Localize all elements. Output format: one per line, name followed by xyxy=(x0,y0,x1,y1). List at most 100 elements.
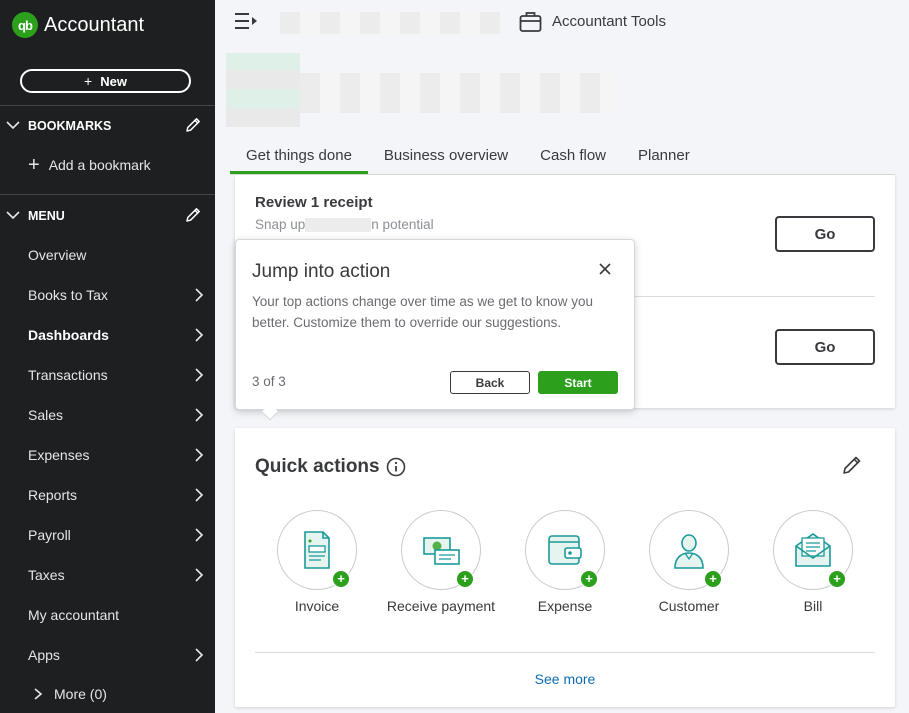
quick-actions-title-text: Quick actions xyxy=(255,456,380,477)
sidebar-item-label: Books to Tax xyxy=(28,287,108,303)
sidebar-item-label: My accountant xyxy=(28,607,120,623)
quick-action-label: Receive payment xyxy=(386,598,496,614)
quickbooks-logo-icon: qb xyxy=(12,12,38,38)
sidebar-item-taxes[interactable]: Taxes xyxy=(0,555,215,595)
back-button[interactable]: Back xyxy=(450,371,530,394)
add-plus-icon: + xyxy=(332,570,350,588)
quick-action-circle: + xyxy=(649,510,729,590)
see-more-link[interactable]: See more xyxy=(520,671,610,687)
quick-action-customer[interactable]: + Customer xyxy=(634,510,744,615)
sidebar-item-label: Reports xyxy=(28,487,78,503)
chevron-down-icon xyxy=(6,211,20,220)
sidebar-item-sales[interactable]: Sales xyxy=(0,395,215,435)
sidebar-item-expenses[interactable]: Expenses xyxy=(0,435,215,475)
chevron-right-icon xyxy=(195,408,204,422)
sidebar-item-label: Payroll xyxy=(28,527,71,543)
add-bookmark-link[interactable]: + Add a bookmark xyxy=(28,155,151,175)
plus-icon: + xyxy=(84,73,93,89)
chevron-right-icon xyxy=(195,648,204,662)
add-plus-icon: + xyxy=(580,570,598,588)
invoice-icon xyxy=(304,531,330,569)
quick-action-label: Expense xyxy=(537,598,593,614)
tab-get-things-done[interactable]: Get things done xyxy=(230,143,368,175)
sidebar-item-label: More (0) xyxy=(54,686,107,702)
add-plus-icon: + xyxy=(704,570,722,588)
sidebar-divider xyxy=(0,194,215,195)
menu-section-header[interactable]: MENU xyxy=(0,204,215,228)
quick-action-circle: + xyxy=(401,510,481,590)
popover-caret xyxy=(261,403,279,421)
menu-label: MENU xyxy=(28,209,65,223)
briefcase-icon xyxy=(519,12,542,32)
add-plus-icon: + xyxy=(828,570,846,588)
bookmarks-section-header[interactable]: BOOKMARKS xyxy=(0,114,215,138)
dashboard-tabs: Get things done Business overview Cash flo… xyxy=(230,143,706,175)
quick-actions-title: Quick actions xyxy=(255,456,406,478)
app-logo[interactable]: qb Accountant xyxy=(12,12,144,38)
task-subtitle: Snap up n potential xyxy=(255,217,434,233)
sidebar-item-payroll[interactable]: Payroll xyxy=(0,515,215,555)
sidebar-item-label: Transactions xyxy=(28,367,108,383)
chevron-right-icon xyxy=(195,528,204,542)
chevron-right-icon xyxy=(195,568,204,582)
bill-icon xyxy=(795,533,831,567)
go-button[interactable]: Go xyxy=(775,216,875,252)
task-subtitle-redacted xyxy=(305,218,372,233)
quick-action-bill[interactable]: + Bill xyxy=(758,510,868,615)
sidebar-item-apps[interactable]: Apps xyxy=(0,635,215,675)
chevron-right-icon xyxy=(34,688,43,700)
expense-icon xyxy=(548,535,582,565)
task-subtitle-end: n potential xyxy=(371,217,434,232)
start-button[interactable]: Start xyxy=(538,371,618,394)
tab-business-overview[interactable]: Business overview xyxy=(368,143,524,175)
greeting-redacted xyxy=(226,53,300,127)
sidebar-divider xyxy=(0,105,215,106)
accountant-tools-label: Accountant Tools xyxy=(552,13,666,30)
edit-quick-actions-pencil-icon[interactable] xyxy=(841,454,863,476)
popover-title: Jump into action xyxy=(252,261,391,282)
chevron-right-icon xyxy=(195,488,204,502)
tab-planner[interactable]: Planner xyxy=(622,143,706,175)
quick-action-label: Customer xyxy=(658,598,720,614)
quick-action-receive-payment[interactable]: + Receive payment xyxy=(386,510,496,615)
close-icon[interactable] xyxy=(598,262,612,276)
accountant-tools-button[interactable]: Accountant Tools xyxy=(518,9,666,34)
popover-step-counter: 3 of 3 xyxy=(252,374,286,389)
tab-cash-flow[interactable]: Cash flow xyxy=(524,143,622,175)
receive-payment-icon xyxy=(423,537,460,565)
chevron-right-icon xyxy=(195,288,204,302)
sidebar-item-transactions[interactable]: Transactions xyxy=(0,355,215,395)
quick-action-label: Bill xyxy=(803,598,823,614)
sidebar-item-label: Expenses xyxy=(28,447,90,463)
company-name-redacted xyxy=(280,12,502,34)
info-icon[interactable] xyxy=(386,457,406,477)
plus-icon: + xyxy=(28,154,40,176)
quick-action-expense[interactable]: + Expense xyxy=(510,510,620,615)
sidebar-item-label: Overview xyxy=(28,247,87,263)
sidebar-item-my-accountant[interactable]: My accountant xyxy=(0,595,215,635)
sidebar-item-more[interactable]: More (0) xyxy=(28,686,107,702)
new-button[interactable]: + New xyxy=(20,69,191,93)
sidebar-item-label: Dashboards xyxy=(28,327,109,343)
edit-menu-pencil-icon[interactable] xyxy=(184,206,202,224)
jump-into-action-popover: Jump into action Your top actions change… xyxy=(235,239,635,421)
task-subtitle-start: Snap up xyxy=(255,217,306,232)
sidebar-item-reports[interactable]: Reports xyxy=(0,475,215,515)
new-button-label: New xyxy=(100,73,127,89)
chevron-down-icon xyxy=(6,121,20,130)
go-button[interactable]: Go xyxy=(775,329,875,365)
quick-action-circle: + xyxy=(277,510,357,590)
chevron-right-icon xyxy=(195,448,204,462)
sidebar-item-books-to-tax[interactable]: Books to Tax xyxy=(0,275,215,315)
sidebar: qb Accountant + New BOOKMARKS + Add a bo… xyxy=(0,0,215,713)
collapse-menu-icon[interactable] xyxy=(234,12,258,30)
add-bookmark-label: Add a bookmark xyxy=(48,157,151,173)
quick-action-invoice[interactable]: + Invoice xyxy=(262,510,372,615)
edit-bookmarks-pencil-icon[interactable] xyxy=(184,116,202,134)
app-name: Accountant xyxy=(44,13,145,36)
task-title: Review 1 receipt xyxy=(255,194,373,211)
sidebar-item-dashboards[interactable]: Dashboards xyxy=(0,315,215,355)
quick-action-circle: + xyxy=(525,510,605,590)
sidebar-item-overview[interactable]: Overview xyxy=(0,235,215,275)
add-plus-icon: + xyxy=(456,570,474,588)
